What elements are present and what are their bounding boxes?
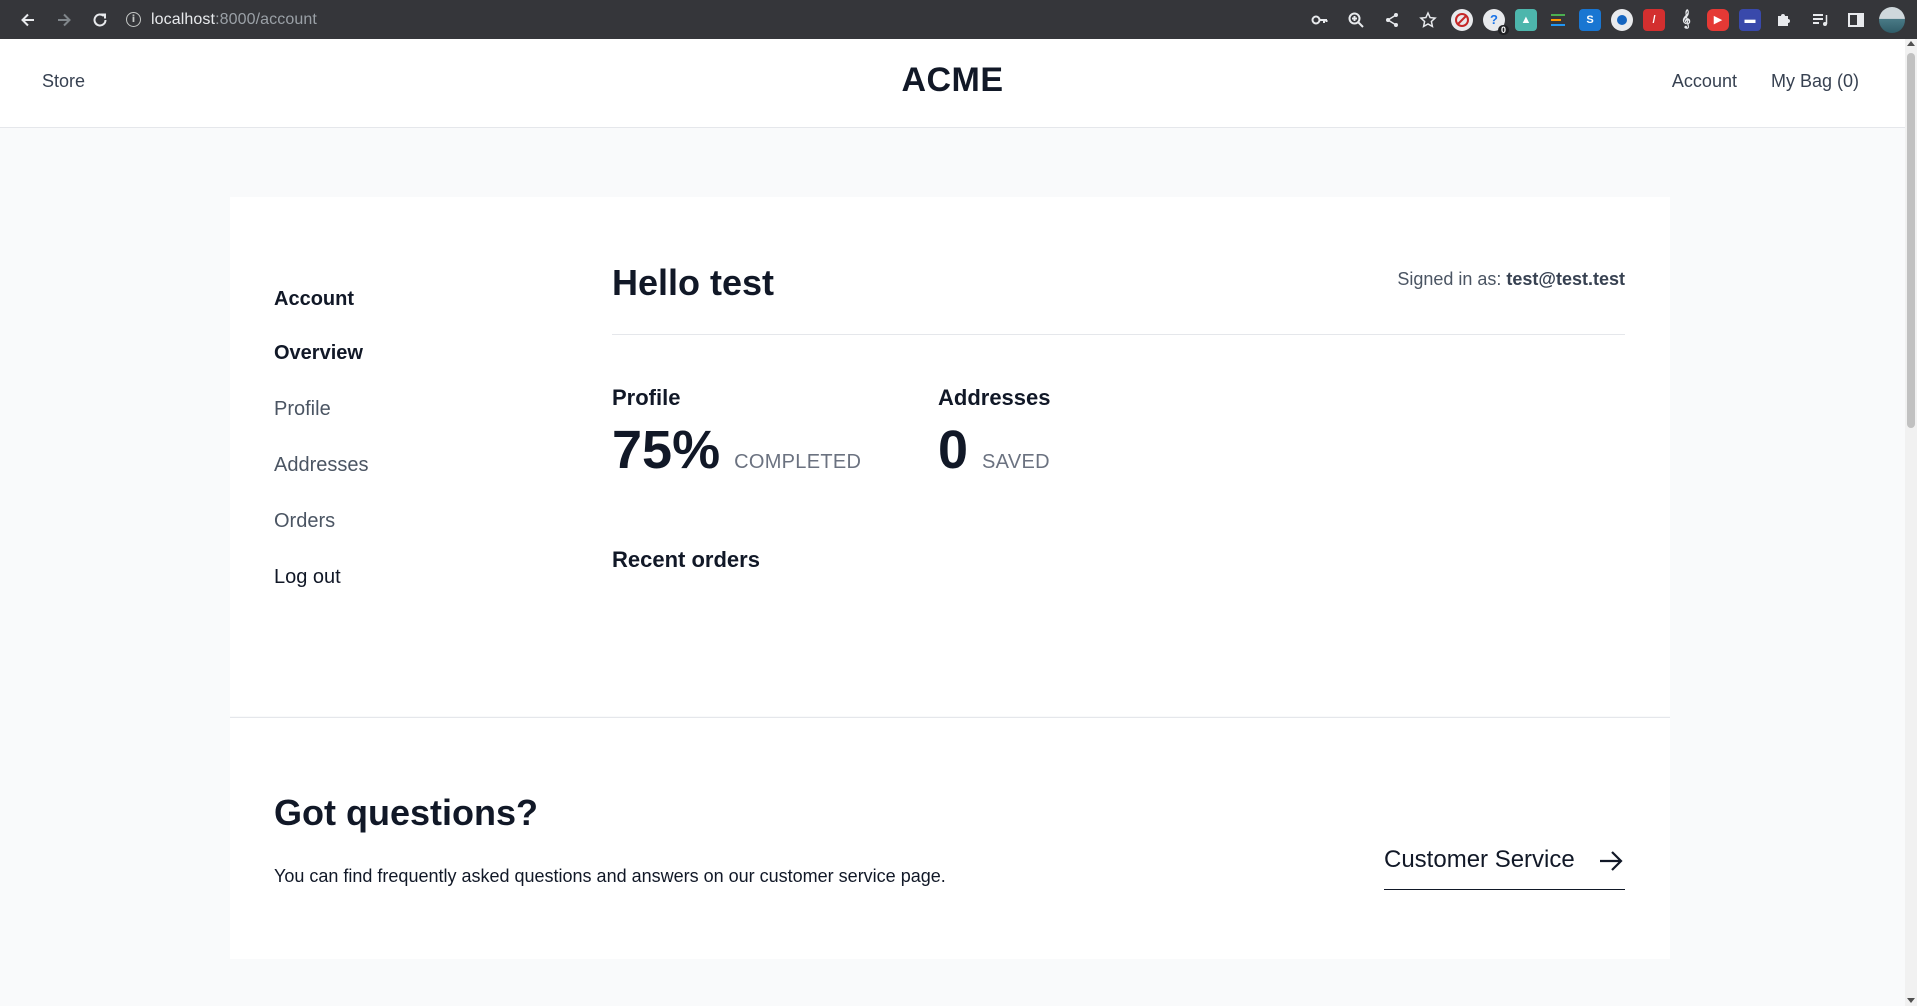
zoom-icon[interactable] [1343,7,1369,33]
sidebar-title: Account [274,288,354,310]
puzzle-extensions-icon[interactable] [1771,7,1797,33]
account-link[interactable]: Account [1672,71,1737,92]
back-icon[interactable] [10,4,46,36]
red-extension-icon[interactable]: / [1643,8,1665,31]
reload-icon[interactable] [82,4,118,36]
site-info-icon[interactable]: i [126,12,141,27]
account-card: Account Overview Profile Addresses Order… [230,197,1670,716]
sidebar-item-orders[interactable]: Orders [274,510,369,566]
sidebar-item-logout[interactable]: Log out [274,566,369,622]
customer-service-link[interactable]: Customer Service [1384,846,1625,890]
customer-service-label: Customer Service [1384,846,1575,873]
tag-extension-icon[interactable]: ▲ [1515,8,1537,31]
circle-extension-icon[interactable] [1611,8,1633,31]
arrow-right-icon [1599,850,1623,877]
help-title: Got questions? [274,792,538,833]
sidebar-item-addresses[interactable]: Addresses [274,454,369,510]
side-panel-icon[interactable] [1843,7,1869,33]
addresses-count-unit: SAVED [982,451,1050,473]
key-icon[interactable] [1307,7,1333,33]
badge-extension-icon[interactable]: ? 0 [1483,8,1509,35]
profile-avatar[interactable] [1879,6,1905,33]
page-viewport: Store ACME Account My Bag (0) Account Ov… [0,39,1905,1006]
profile-completion-unit: COMPLETED [734,451,862,473]
profile-stat: Profile 75% COMPLETED [612,385,861,477]
overview-main: Hello test Signed in as: test@test.test … [612,262,1625,572]
reading-list-icon[interactable] [1807,7,1833,33]
youtube-extension-icon[interactable]: ▶ [1707,8,1729,31]
header-nav: Account My Bag (0) [1672,71,1859,92]
sidebar-item-profile[interactable]: Profile [274,398,369,454]
menu-extension-icon[interactable] [1547,9,1569,31]
address-bar[interactable]: i localhost:8000/account [126,6,317,33]
nav-buttons [0,4,118,36]
forward-icon[interactable] [46,4,82,36]
blocked-extension-icon[interactable] [1451,8,1473,31]
scrollbar-thumb[interactable] [1907,53,1915,428]
help-card: Got questions? You can find frequently a… [230,717,1670,959]
bag-link[interactable]: My Bag (0) [1771,71,1859,92]
s-extension-icon[interactable]: S [1579,8,1601,31]
scroll-up-icon[interactable] [1907,41,1915,46]
profile-completion-value: 75% [612,420,721,480]
addresses-stat-title: Addresses [938,385,1051,410]
page-scrollbar[interactable] [1905,39,1917,1006]
scroll-down-icon[interactable] [1907,998,1915,1003]
header-divider [612,334,1625,335]
clef-extension-icon[interactable]: 𝄞 [1675,9,1697,31]
addresses-count-value: 0 [938,420,969,480]
profile-stat-title: Profile [612,385,681,410]
browser-toolbar: i localhost:8000/account ? 0 ▲ S / 𝄞 ▶ ▬ [0,0,1917,39]
signed-in-email: test@test.test [1506,269,1625,289]
signed-in-info: Signed in as: test@test.test [1397,269,1625,290]
recent-orders-title: Recent orders [612,547,760,572]
site-header: Store ACME Account My Bag (0) [0,39,1905,128]
signed-in-prefix: Signed in as: [1397,269,1507,289]
addresses-stat: Addresses 0 SAVED [938,385,1051,477]
site-logo[interactable]: ACME [0,61,1905,100]
bookmark-star-icon[interactable] [1415,7,1441,33]
extension-badge-count: 0 [1497,24,1509,35]
browser-actions: ? 0 ▲ S / 𝄞 ▶ ▬ [1307,0,1905,39]
help-text: You can find frequently asked questions … [274,866,946,886]
screen-extension-icon[interactable]: ▬ [1739,8,1761,31]
url-text[interactable]: localhost:8000/account [151,11,317,29]
share-icon[interactable] [1379,7,1405,33]
account-sidebar: Account Overview Profile Addresses Order… [274,288,369,622]
sidebar-item-overview[interactable]: Overview [274,342,369,398]
